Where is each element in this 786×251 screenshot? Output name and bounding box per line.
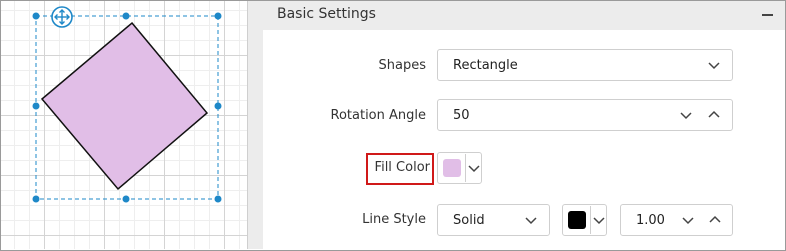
properties-panel: Basic Settings Shapes Rectangle Rotation… — [263, 1, 785, 249]
shapes-value: Rectangle — [453, 58, 518, 73]
chevron-down-icon[interactable] — [680, 110, 692, 120]
resize-handle-bottom-right[interactable] — [214, 195, 222, 203]
resize-handle-left[interactable] — [32, 102, 40, 110]
rotation-label: Rotation Angle — [330, 108, 427, 123]
rectangle-shape[interactable] — [40, 21, 209, 191]
line-color-picker[interactable] — [562, 204, 607, 236]
chevron-down-icon — [468, 165, 480, 173]
chevron-up-icon[interactable] — [709, 215, 721, 225]
fill-color-label: Fill Color — [374, 160, 430, 175]
chevron-down-icon[interactable] — [682, 215, 694, 225]
resize-handle-top-left[interactable] — [32, 12, 40, 20]
fill-color-picker[interactable] — [437, 152, 482, 184]
rotation-value: 50 — [453, 108, 470, 123]
rotation-input[interactable]: 50 — [437, 99, 733, 131]
resize-handle-right[interactable] — [214, 102, 222, 110]
line-width-input[interactable]: 1.00 — [620, 204, 733, 236]
collapse-icon[interactable] — [762, 14, 773, 16]
divider — [590, 206, 591, 234]
chevron-up-icon[interactable] — [708, 110, 720, 120]
panel-gutter — [247, 1, 263, 249]
resize-handle-top[interactable] — [122, 12, 130, 20]
panel-header[interactable]: Basic Settings — [263, 1, 785, 30]
move-icon[interactable] — [51, 6, 73, 28]
line-style-dropdown[interactable]: Solid — [437, 204, 550, 236]
shapes-dropdown[interactable]: Rectangle — [437, 49, 733, 81]
resize-handle-bottom[interactable] — [122, 195, 130, 203]
line-style-value: Solid — [453, 213, 485, 228]
line-width-value: 1.00 — [636, 213, 665, 228]
chevron-down-icon — [525, 217, 537, 225]
line-color-swatch — [568, 211, 586, 229]
line-style-label: Line Style — [362, 212, 426, 227]
chevron-down-icon — [708, 62, 720, 70]
chevron-down-icon — [593, 217, 605, 225]
resize-handle-top-right[interactable] — [214, 12, 222, 20]
divider — [465, 154, 466, 182]
panel-title: Basic Settings — [277, 6, 376, 22]
canvas-svg — [32, 6, 222, 203]
diagram-canvas[interactable] — [1, 1, 247, 249]
fill-color-swatch — [443, 159, 461, 177]
resize-handle-bottom-left[interactable] — [32, 195, 40, 203]
shapes-label: Shapes — [378, 58, 426, 73]
